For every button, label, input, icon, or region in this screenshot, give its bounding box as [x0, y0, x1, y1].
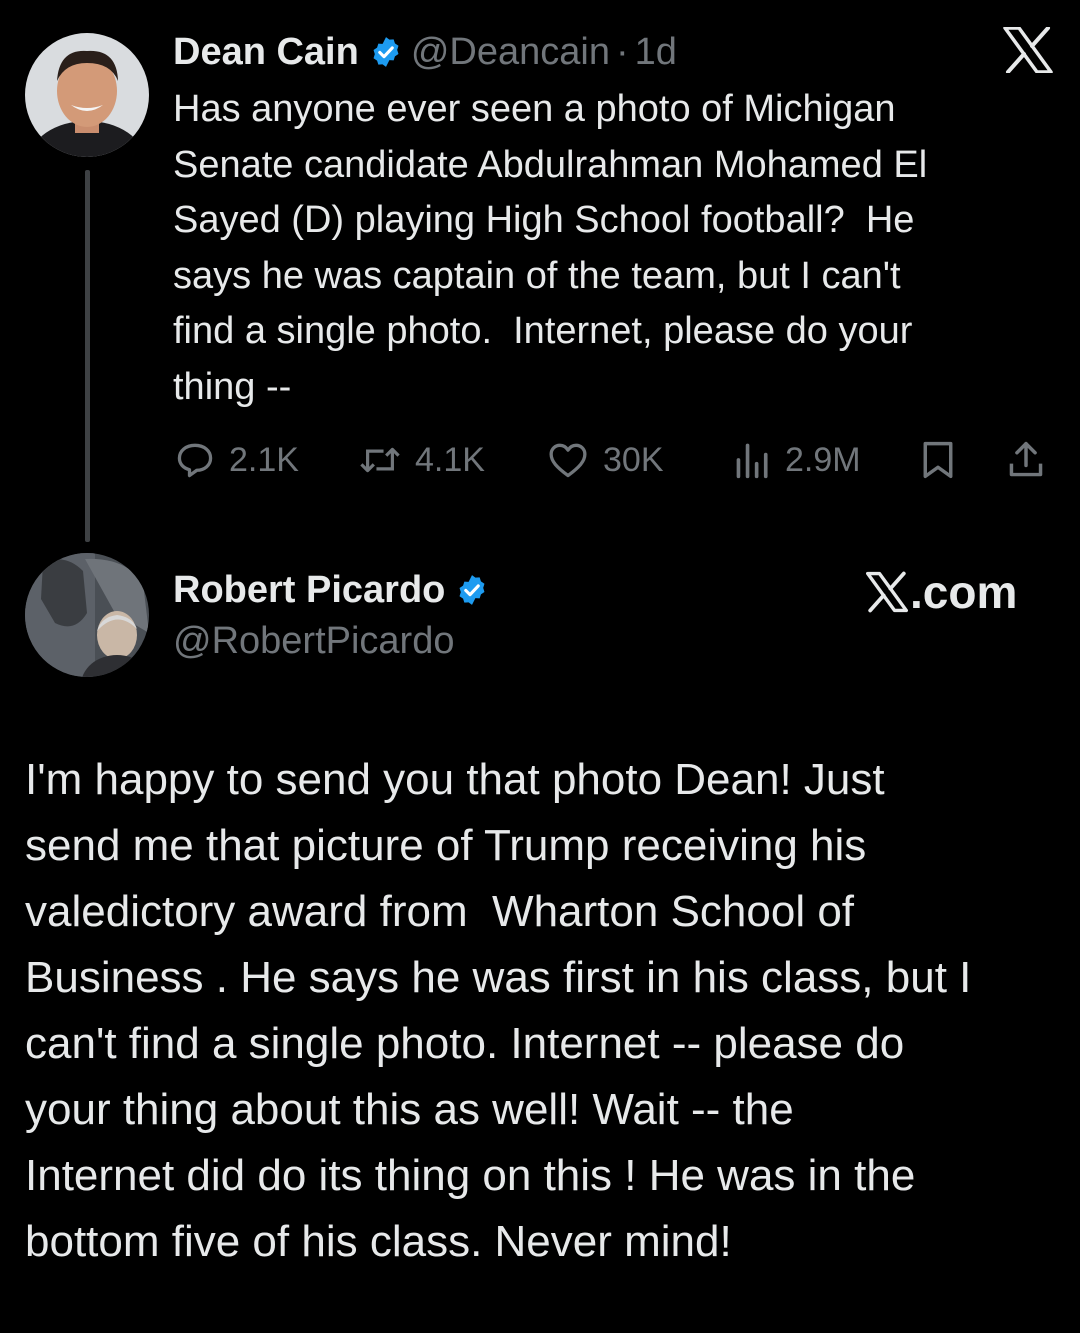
separator-dot: · — [615, 30, 629, 73]
views-button[interactable]: 2.9M — [733, 435, 861, 485]
heart-icon — [545, 438, 603, 482]
author-handle[interactable]: @RobertPicardo — [173, 620, 454, 663]
bookmark-icon — [918, 438, 970, 482]
verified-badge-icon — [455, 573, 489, 607]
verified-badge-icon — [369, 35, 403, 69]
site-label: .com — [910, 566, 1018, 618]
share-icon — [1006, 438, 1058, 482]
retweet-icon — [357, 438, 415, 482]
x-logo-icon — [866, 571, 910, 613]
views-icon — [733, 438, 785, 482]
author-handle[interactable]: @Deancain — [411, 31, 610, 74]
like-button[interactable]: 30K — [545, 435, 664, 485]
avatar-robert-picardo[interactable] — [25, 553, 149, 677]
x-com-watermark: .com — [866, 564, 1017, 620]
avatar-dean-cain[interactable] — [25, 33, 149, 157]
tweet1-text: Has anyone ever seen a photo of Michigan… — [173, 88, 928, 408]
bookmark-button[interactable] — [918, 435, 970, 485]
reply-button[interactable]: 2.1K — [173, 435, 299, 485]
retweet-button[interactable]: 4.1K — [357, 435, 485, 485]
tweet-time[interactable]: 1d — [635, 31, 677, 74]
views-count: 2.9M — [785, 440, 861, 479]
tweet2-header: Robert Picardo — [173, 564, 497, 616]
tweet1-header: Dean Cain @Deancain · 1d — [173, 26, 677, 78]
reply-count: 2.1K — [229, 440, 299, 479]
author-name[interactable]: Dean Cain — [173, 31, 359, 74]
reply-icon — [173, 438, 229, 482]
retweet-count: 4.1K — [415, 440, 485, 479]
x-logo-icon — [1003, 26, 1053, 78]
author-name[interactable]: Robert Picardo — [173, 569, 445, 612]
share-button[interactable] — [1006, 435, 1058, 485]
tweet2-text: I'm happy to send you that photo Dean! J… — [25, 755, 972, 1266]
tweet1-actions: 2.1K 4.1K 30K 2.9M — [173, 435, 1053, 485]
thread-line — [85, 170, 90, 542]
like-count: 30K — [603, 440, 664, 479]
